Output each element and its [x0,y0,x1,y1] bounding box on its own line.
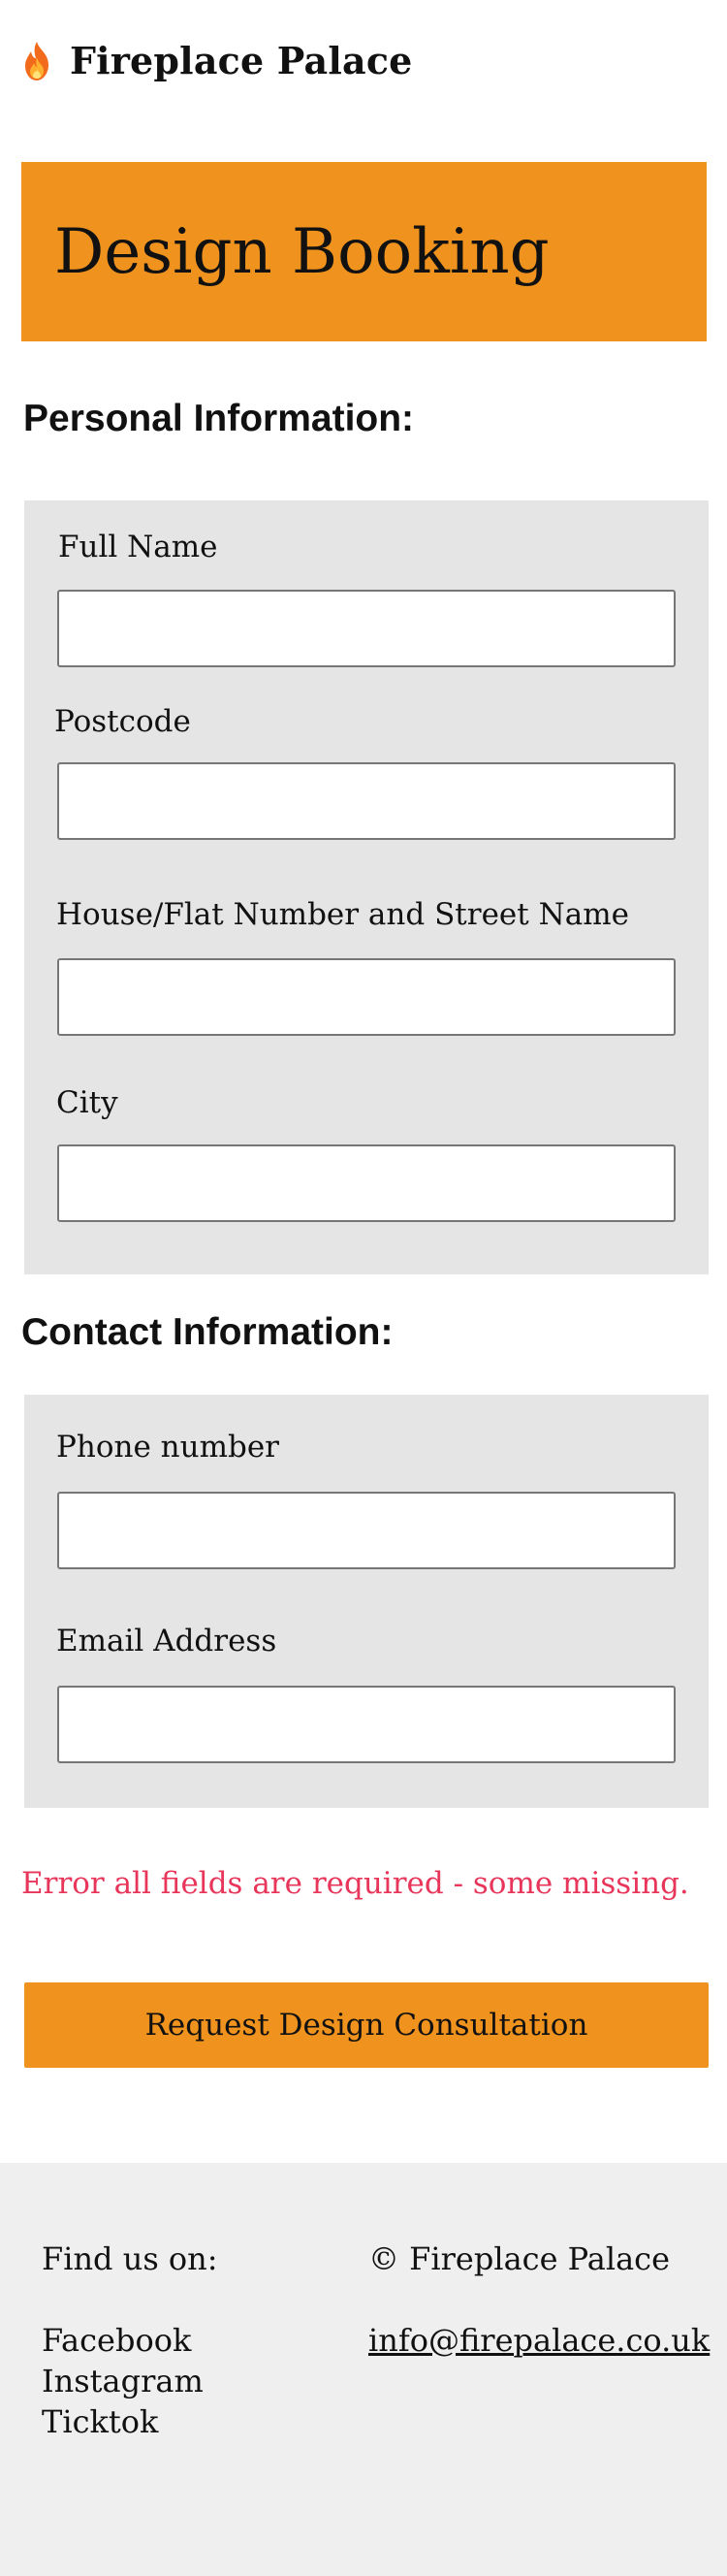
hero-banner: Design Booking [21,162,707,341]
postcode-input[interactable] [57,762,676,840]
contact-info-panel: Phone number Email Address [24,1395,709,1808]
personal-info-heading: Personal Information: [23,398,415,439]
error-message: Error all fields are required - some mis… [21,1866,689,1901]
email-input[interactable] [57,1686,676,1763]
site-header: Fireplace Palace [0,0,727,121]
email-link[interactable]: info@firepalace.co.uk [368,2322,710,2359]
request-consultation-button[interactable]: Request Design Consultation [24,1982,709,2068]
facebook-link[interactable]: Facebook [42,2322,191,2359]
phone-label: Phone number [56,1430,279,1465]
street-address-input[interactable] [57,958,676,1036]
instagram-link[interactable]: Instagram [42,2363,204,2399]
personal-info-panel: Full Name Postcode House/Flat Number and… [24,500,709,1274]
copyright: © Fireplace Palace [368,2240,671,2277]
find-us-label: Find us on: [42,2240,218,2277]
site-footer: Find us on: Facebook Instagram Ticktok ©… [0,2163,727,2576]
street-address-label: House/Flat Number and Street Name [56,897,629,932]
contact-info-heading: Contact Information: [21,1311,394,1353]
city-input[interactable] [57,1144,676,1222]
full-name-label: Full Name [58,530,218,564]
postcode-label: Postcode [54,704,191,739]
page-title: Design Booking [54,215,550,288]
ticktok-link[interactable]: Ticktok [42,2403,158,2440]
fire-icon [25,41,48,80]
email-label: Email Address [56,1624,277,1658]
brand-name: Fireplace Palace [70,39,413,82]
full-name-input[interactable] [57,590,676,667]
city-label: City [56,1085,118,1120]
phone-input[interactable] [57,1492,676,1569]
